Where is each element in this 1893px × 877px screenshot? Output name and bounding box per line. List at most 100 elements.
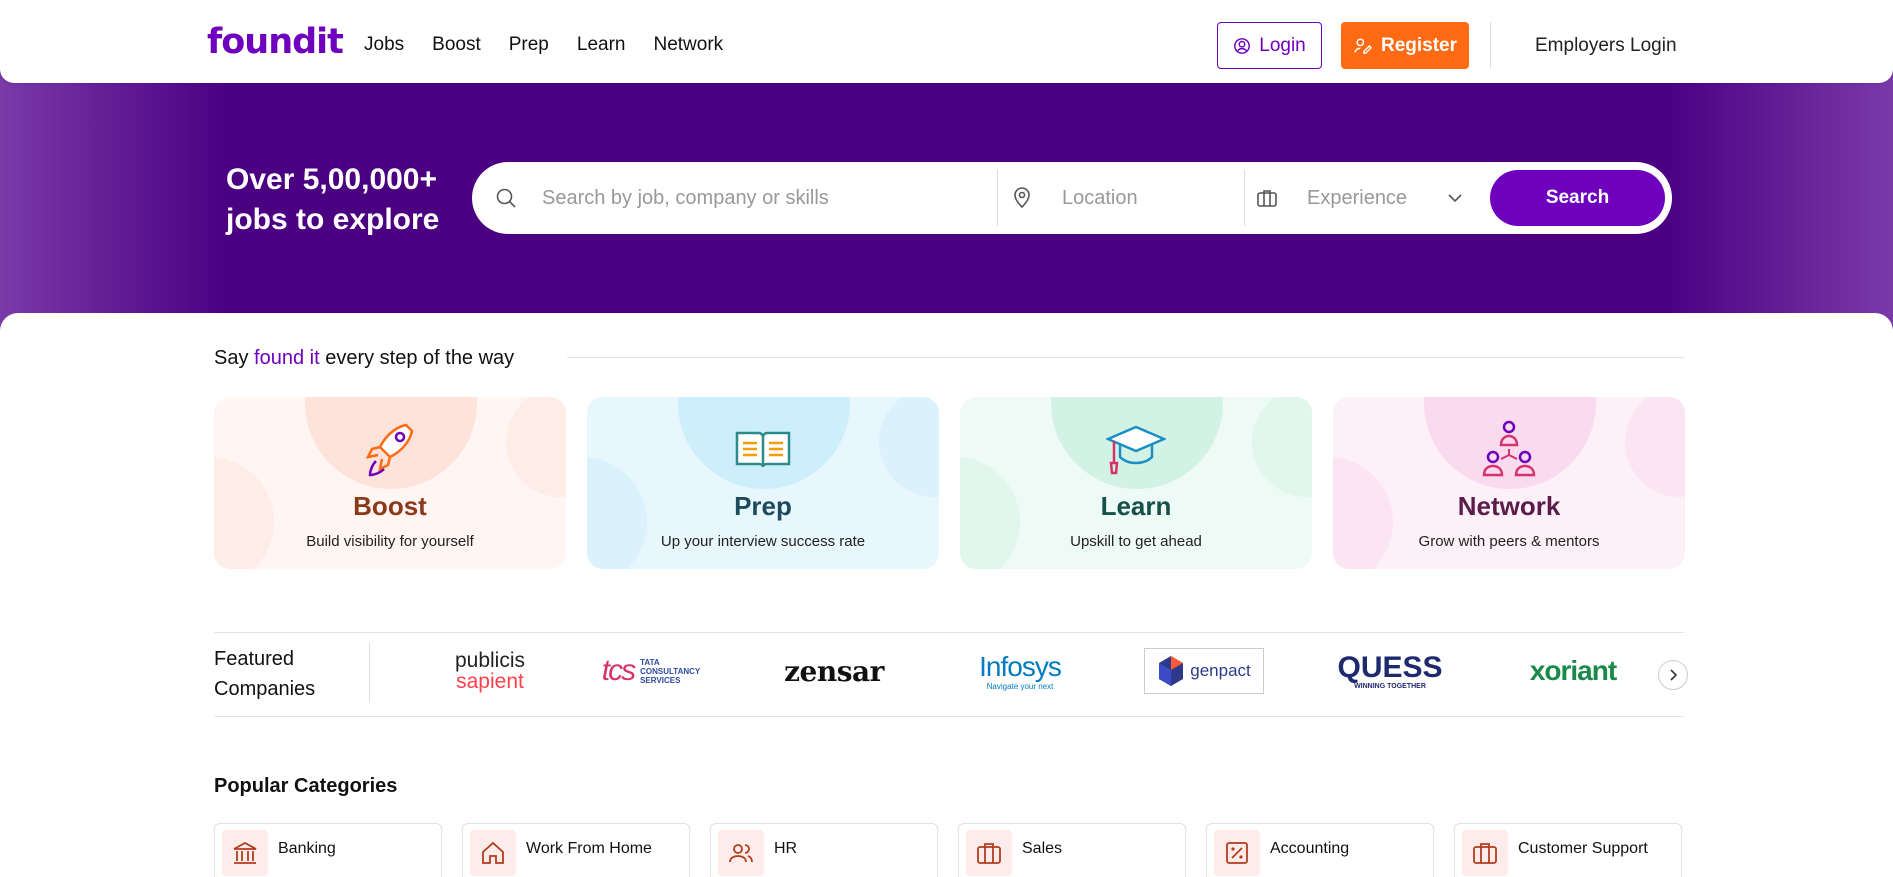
briefcase-icon xyxy=(1462,830,1508,876)
card-bg-circle xyxy=(1625,397,1685,497)
card-title: Prep xyxy=(734,491,792,521)
quess-text: QUESS xyxy=(1337,650,1443,684)
register-button[interactable]: Register xyxy=(1341,22,1469,69)
xoriant-text: xoriant xyxy=(1529,655,1617,686)
hero-title-line2: jobs to explore xyxy=(226,203,440,236)
nav-boost[interactable]: Boost xyxy=(432,34,481,56)
main-nav: Jobs Boost Prep Learn Network xyxy=(364,34,751,56)
location-pin-icon xyxy=(1014,187,1030,209)
card-bg-circle xyxy=(879,397,939,497)
category-label: Banking xyxy=(278,840,336,857)
category-customer-support[interactable]: Customer Support xyxy=(1454,823,1682,877)
tcs-text: tcs xyxy=(601,654,636,687)
keyword-search-input[interactable] xyxy=(542,186,982,210)
category-hr[interactable]: HR xyxy=(710,823,938,877)
main-content: Say found it every step of the way Boost… xyxy=(0,313,1893,877)
company-logo-infosys[interactable]: Infosys Navigate your next xyxy=(975,645,1065,697)
company-logo-genpact[interactable]: genpact xyxy=(1144,648,1264,694)
category-accounting[interactable]: Accounting xyxy=(1206,823,1434,877)
quess-tagline: WINNING TOGETHER xyxy=(1354,682,1426,690)
featured-label-line1: Featured xyxy=(214,648,295,670)
featured-top-divider xyxy=(214,632,1684,633)
featured-bottom-divider xyxy=(214,716,1684,717)
nav-prep[interactable]: Prep xyxy=(509,34,549,56)
foundit-logo[interactable]: foundit xyxy=(207,22,344,62)
graduation-cap-icon xyxy=(1106,425,1166,475)
card-subtitle: Upskill to get ahead xyxy=(1070,533,1202,550)
publicis-text: publicis xyxy=(454,649,526,672)
genpact-text: genpact xyxy=(1190,661,1251,680)
nav-jobs[interactable]: Jobs xyxy=(364,34,404,56)
keyword-segment xyxy=(472,170,997,226)
card-title: Boost xyxy=(353,491,427,521)
card-bg-circle xyxy=(1252,397,1312,497)
category-work-from-home[interactable]: Work From Home xyxy=(462,823,690,877)
network-icon xyxy=(1482,420,1536,477)
popular-categories-title: Popular Categories xyxy=(214,775,398,797)
prep-card[interactable]: Prep Up your interview success rate xyxy=(587,397,939,569)
rocket-icon xyxy=(365,423,414,477)
carousel-next-button[interactable] xyxy=(1658,660,1688,690)
location-input[interactable] xyxy=(1062,186,1232,210)
category-label: Work From Home xyxy=(526,840,652,857)
company-logo-zensar[interactable]: zensar xyxy=(775,645,893,697)
company-logo-tcs[interactable]: tcs TATA CONSULTANCY SERVICES xyxy=(588,645,714,697)
card-subtitle: Up your interview success rate xyxy=(660,533,866,550)
network-card[interactable]: Network Grow with peers & mentors xyxy=(1333,397,1685,569)
category-label: Accounting xyxy=(1270,840,1350,857)
featured-separator xyxy=(369,643,370,703)
employers-login-link[interactable]: Employers Login xyxy=(1535,35,1677,57)
tagline-prefix: Say xyxy=(214,347,255,369)
chevron-right-icon xyxy=(1670,669,1678,681)
category-sales[interactable]: Sales xyxy=(958,823,1186,877)
card-subtitle: Build visibility for yourself xyxy=(306,533,474,550)
company-logo-publicis-sapient[interactable]: publicis sapient xyxy=(420,645,560,697)
featured-label-line2: Companies xyxy=(214,678,316,700)
home-icon xyxy=(470,830,516,876)
card-subtitle: Grow with peers & mentors xyxy=(1418,533,1600,550)
user-edit-icon xyxy=(1354,38,1373,54)
tcs-subtext: TATA CONSULTANCY SERVICES xyxy=(640,657,701,685)
job-search-bar: Search xyxy=(472,162,1672,234)
book-icon xyxy=(735,431,791,468)
company-logo-quess[interactable]: QUESS WINNING TOGETHER xyxy=(1333,645,1447,697)
category-label: Customer Support xyxy=(1518,840,1648,857)
search-icon xyxy=(496,188,516,208)
experience-select[interactable] xyxy=(1245,170,1485,226)
sapient-text: sapient xyxy=(456,670,524,693)
experience-input[interactable] xyxy=(1307,186,1437,210)
bank-icon xyxy=(222,830,268,876)
percent-icon xyxy=(1214,830,1260,876)
company-logo-xoriant[interactable]: xoriant xyxy=(1518,645,1628,697)
featured-companies-label: Featured Companies xyxy=(214,644,315,704)
infosys-tagline: Navigate your next xyxy=(986,681,1054,691)
nav-learn[interactable]: Learn xyxy=(577,34,626,56)
card-bg-circle xyxy=(506,397,566,497)
briefcase-icon xyxy=(1257,190,1277,207)
tagline: Say found it every step of the way xyxy=(214,347,514,370)
login-label: Login xyxy=(1259,34,1306,56)
hero-title: Over 5,00,000+ jobs to explore xyxy=(226,160,439,240)
infosys-text: Infosys xyxy=(979,650,1062,682)
header-divider xyxy=(1490,22,1491,68)
location-segment xyxy=(998,170,1244,226)
tagline-divider xyxy=(567,357,1684,358)
briefcase-icon xyxy=(966,830,1012,876)
genpact-mark-icon xyxy=(1159,656,1184,686)
category-banking[interactable]: Banking xyxy=(214,823,442,877)
tagline-highlight: found it xyxy=(254,347,320,369)
site-header: foundit Jobs Boost Prep Learn Network Lo… xyxy=(0,0,1893,83)
register-label: Register xyxy=(1380,34,1458,56)
search-button[interactable]: Search xyxy=(1490,170,1665,226)
card-title: Learn xyxy=(1100,491,1172,521)
boost-card[interactable]: Boost Build visibility for yourself xyxy=(214,397,566,569)
tagline-suffix: every step of the way xyxy=(319,347,515,369)
learn-card[interactable]: Learn Upskill to get ahead xyxy=(960,397,1312,569)
user-circle-icon xyxy=(1234,37,1251,54)
category-label: HR xyxy=(774,840,798,857)
card-title: Network xyxy=(1457,491,1561,521)
hero-title-line1: Over 5,00,000+ xyxy=(226,163,438,196)
nav-network[interactable]: Network xyxy=(653,34,723,56)
chevron-down-icon xyxy=(1448,194,1462,203)
login-button[interactable]: Login xyxy=(1217,22,1322,69)
